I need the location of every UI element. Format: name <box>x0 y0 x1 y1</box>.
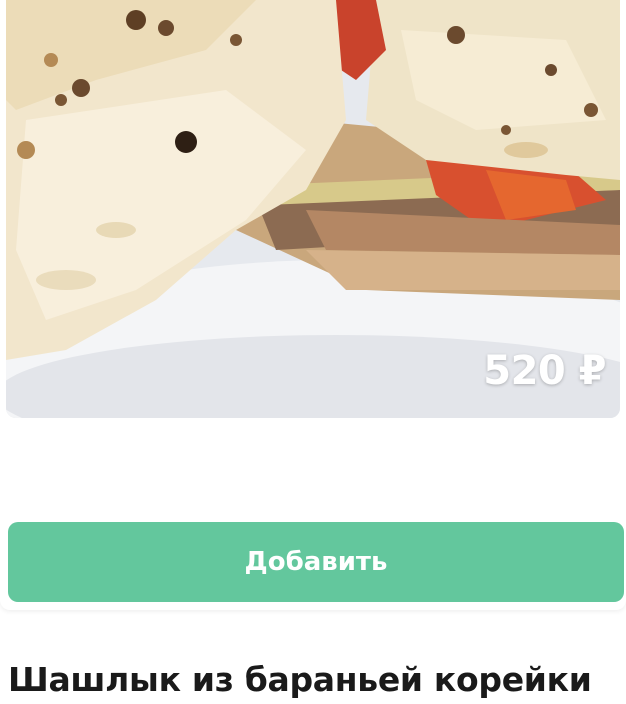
product-card: 520 ₽ Добавить <box>0 0 626 610</box>
price-badge: 520 ₽ <box>483 348 606 394</box>
product-image[interactable]: 520 ₽ <box>6 0 620 418</box>
product-title[interactable]: Шашлык из бараньей корейки <box>8 660 592 699</box>
page: 520 ₽ Добавить Шашлык из бараньей корейк… <box>0 0 626 704</box>
add-to-cart-button[interactable]: Добавить <box>8 522 624 602</box>
